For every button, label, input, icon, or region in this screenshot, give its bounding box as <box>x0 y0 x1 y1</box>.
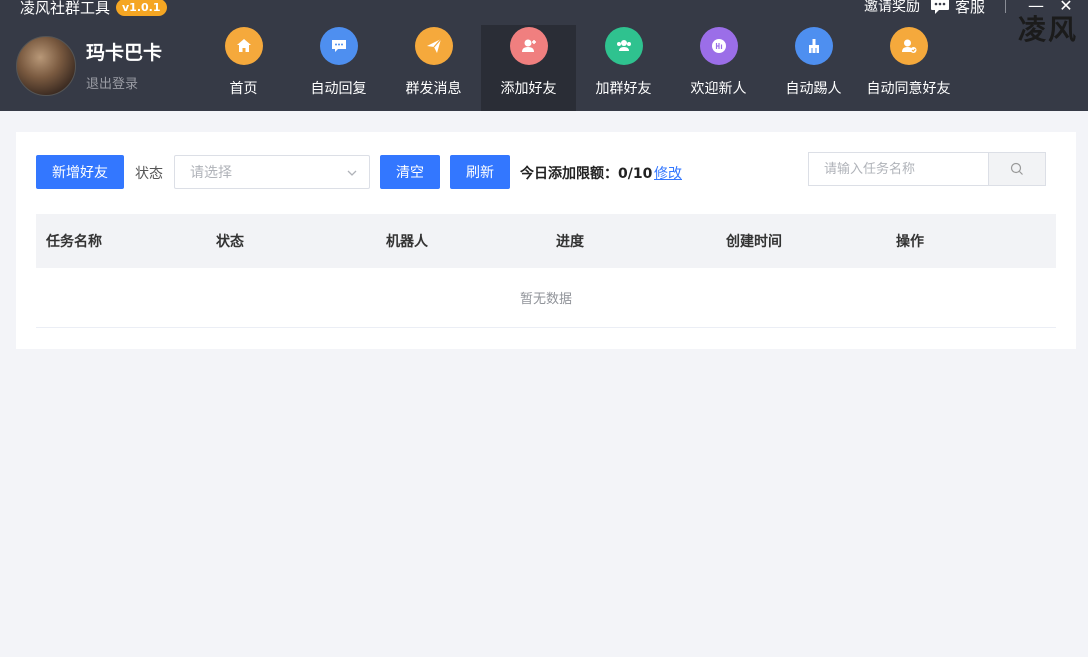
user-name: 玛卡巴卡 <box>86 41 163 64</box>
daily-limit-label: 今日添加限额： <box>520 166 618 182</box>
service-button[interactable]: 客服 <box>930 0 985 17</box>
send-icon <box>414 27 453 65</box>
user-panel: 玛卡巴卡 退出登录 <box>16 36 162 96</box>
table-header: 任务名称 状态 机器人 进度 创建时间 操作 <box>36 214 1056 268</box>
version-badge: v1.0.1 <box>116 0 167 16</box>
search-icon <box>1010 162 1023 175</box>
watermark: 凌风 <box>1017 13 1078 46</box>
status-select[interactable]: 请选择 <box>174 155 370 189</box>
nav-label: 添加好友 <box>500 81 557 97</box>
modify-limit-link[interactable]: 修改 <box>654 163 682 183</box>
avatar[interactable] <box>16 36 76 96</box>
column-header: 任务名称 <box>46 234 102 250</box>
divider <box>1005 0 1006 13</box>
nav-item-welcome[interactable]: 欢迎新人 <box>671 25 766 111</box>
invite-link[interactable]: 邀请奖励 <box>864 0 920 16</box>
add-friend-button[interactable]: 新增好友 <box>36 155 124 189</box>
app-name: 凌风社群工具 <box>20 0 111 17</box>
column-header: 机器人 <box>386 234 428 250</box>
hi-icon <box>699 27 738 65</box>
group-icon <box>604 27 643 65</box>
nav-item-auto-reply[interactable]: 自动回复 <box>291 25 386 111</box>
chevron-down-icon <box>347 170 357 176</box>
clear-button[interactable]: 清空 <box>380 155 440 189</box>
nav-label: 加群好友 <box>595 81 652 97</box>
search-box <box>808 152 1046 186</box>
chat-icon <box>319 27 358 65</box>
task-table: 任务名称 状态 机器人 进度 创建时间 操作 暂无数据 <box>36 214 1056 328</box>
nav-item-auto-accept[interactable]: 自动同意好友 <box>861 25 956 111</box>
content-panel: 新增好友 状态 请选择 清空 刷新 今日添加限额：0/10 修改 任务名称 状态… <box>16 132 1076 349</box>
nav-label: 自动踢人 <box>785 81 842 97</box>
nav-label: 欢迎新人 <box>690 81 747 97</box>
user-check-icon <box>889 27 928 65</box>
nav-item-add-friend[interactable]: 添加好友 <box>481 25 576 111</box>
status-label: 状态 <box>135 166 163 182</box>
daily-limit-value: 0/10 <box>618 166 653 182</box>
nav-label: 自动回复 <box>310 81 367 97</box>
column-header: 进度 <box>556 234 584 250</box>
column-header: 状态 <box>216 234 244 250</box>
header: 凌风社群工具 v1.0.1 邀请奖励 客服 — ✕ 凌风 玛卡巴卡 退出登录 首… <box>0 0 1088 111</box>
daily-limit: 今日添加限额：0/10 <box>520 163 652 183</box>
add-user-icon <box>509 27 548 65</box>
nav-item-auto-kick[interactable]: 自动踢人 <box>766 25 861 111</box>
home-icon <box>224 27 263 65</box>
broom-icon <box>794 27 833 65</box>
refresh-button[interactable]: 刷新 <box>450 155 510 189</box>
nav-label: 自动同意好友 <box>866 81 951 97</box>
nav-item-home[interactable]: 首页 <box>196 25 291 111</box>
search-button[interactable] <box>988 152 1046 186</box>
user-info: 玛卡巴卡 退出登录 <box>86 41 162 92</box>
column-header: 操作 <box>896 234 924 250</box>
nav-label: 首页 <box>229 81 258 97</box>
column-header: 创建时间 <box>726 234 782 250</box>
app-title: 凌风社群工具 v1.0.1 <box>20 0 167 17</box>
chat-bubble-icon <box>930 0 949 14</box>
status-placeholder: 请选择 <box>190 165 232 181</box>
empty-state: 暂无数据 <box>36 268 1056 328</box>
main-nav: 首页 自动回复 群发消息 添加好友 加群好友 欢迎新人 自动踢人 自动同意好友 <box>196 25 956 111</box>
nav-item-group-friend[interactable]: 加群好友 <box>576 25 671 111</box>
nav-label: 群发消息 <box>405 81 462 97</box>
nav-item-broadcast[interactable]: 群发消息 <box>386 25 481 111</box>
service-label: 客服 <box>954 0 985 16</box>
logout-link[interactable]: 退出登录 <box>86 73 162 92</box>
search-input[interactable] <box>808 152 988 186</box>
